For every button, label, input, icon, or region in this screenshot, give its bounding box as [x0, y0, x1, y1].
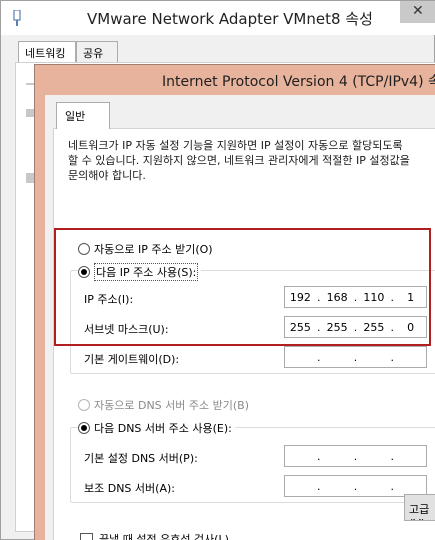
tab-networking[interactable]: 네트워킹 — [18, 41, 76, 63]
default-gateway-field[interactable]: . . . — [284, 346, 427, 368]
close-icon: ✕ — [412, 3, 424, 19]
advanced-button[interactable]: 고급(V)... — [404, 494, 435, 521]
octet-dot: . — [390, 449, 395, 463]
preferred-dns-field[interactable]: . . . — [284, 445, 427, 467]
advanced-button-label: 고급(V)... — [409, 503, 435, 520]
preferred-dns-label: 기본 설정 DNS 서버(P): — [84, 452, 198, 465]
octet-dot: . — [317, 449, 321, 463]
radio-obtain-dns-automatically[interactable]: 자동으로 DNS 서버 주소 받기(B) — [78, 397, 249, 413]
octet-dot: . — [390, 479, 395, 493]
radio-indicator-selected — [78, 422, 90, 434]
description-text: 네트워크가 IP 자동 설정 기능을 지원하면 IP 설정이 자동으로 할당되도… — [68, 139, 410, 182]
alternate-dns-label: 보조 DNS 서버(A): — [84, 482, 175, 495]
tab-general[interactable]: 일반 — [56, 102, 110, 129]
background-text-fragment — [26, 109, 34, 117]
background-window-title: VMware Network Adapter VMnet8 속성 — [87, 10, 373, 28]
radio-indicator-disabled — [78, 399, 90, 411]
radio-use-dns-label: 다음 DNS 서버 주소 사용(E): — [94, 422, 232, 435]
radio-obtain-dns-label: 자동으로 DNS 서버 주소 받기(B) — [94, 399, 249, 412]
octet-dot: . — [353, 479, 358, 493]
radio-use-following-dns[interactable]: 다음 DNS 서버 주소 사용(E): — [78, 420, 235, 436]
highlight-box — [54, 228, 431, 346]
network-adapter-icon — [13, 10, 21, 26]
octet-dot: . — [317, 479, 321, 493]
tab-general-label: 일반 — [65, 110, 86, 123]
octet-dot: . — [353, 449, 358, 463]
dialog-title: Internet Protocol Version 4 (TCP/IPv4) 속… — [162, 74, 435, 90]
octet-dot: . — [317, 350, 321, 364]
octet-dot: . — [353, 350, 358, 364]
validate-settings-checkbox[interactable]: 끝낼 때 설정 유효성 검사(L) — [80, 531, 229, 540]
tab-networking-label: 네트워킹 — [25, 47, 66, 60]
checkbox-box — [80, 532, 93, 540]
close-button[interactable]: ✕ — [400, 1, 435, 23]
tab-sharing[interactable]: 공유 — [76, 41, 118, 63]
validate-settings-label: 끝낼 때 설정 유효성 검사(L) — [99, 533, 229, 540]
octet-dot: . — [390, 350, 395, 364]
background-title-bar: VMware Network Adapter VMnet8 속성 ✕ — [1, 1, 435, 35]
tab-sharing-label: 공유 — [83, 47, 104, 60]
default-gateway-label: 기본 게이트웨이(D): — [84, 353, 180, 366]
